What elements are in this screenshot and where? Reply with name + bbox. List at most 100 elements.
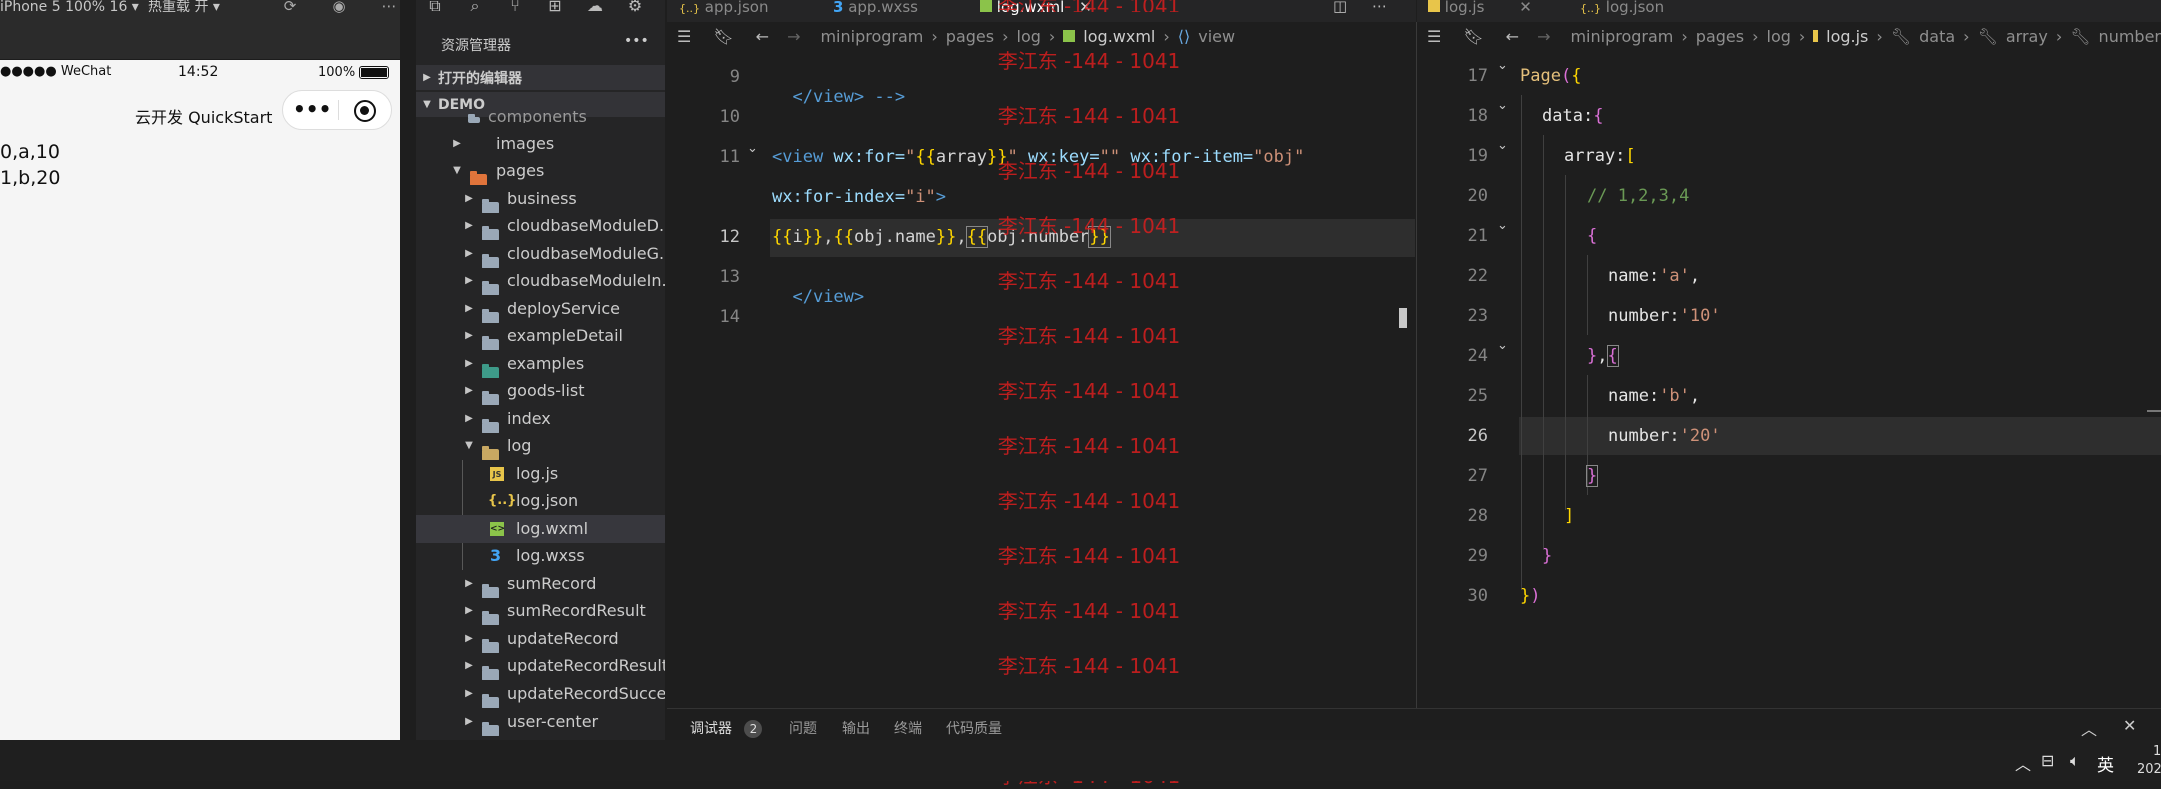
clock-time[interactable]: 1 (2153, 744, 2161, 759)
watermark: 李江东 -144 - 1041 (997, 104, 1181, 128)
tree-item-log-js[interactable]: JS log.js (416, 460, 665, 488)
breadcrumb-item[interactable]: pages (946, 27, 994, 46)
back-arrow-icon[interactable]: ← (1506, 27, 1519, 46)
tree-item-cloudbase-module-in[interactable]: ▶ cloudbaseModuleIn... (416, 267, 665, 295)
split-editor-icon[interactable]: ◫ (1333, 0, 1347, 14)
capsule-more-icon[interactable]: ••• (293, 97, 331, 121)
files-icon[interactable]: ⧉ (424, 0, 446, 16)
stop-icon[interactable]: ◉ (330, 0, 348, 14)
back-arrow-icon[interactable]: ← (756, 27, 769, 46)
breadcrumb-item[interactable]: log (1017, 27, 1041, 46)
capsule-button[interactable]: ••• (282, 90, 392, 130)
tree-item-log-wxss[interactable]: 3 log.wxss (416, 542, 665, 570)
hot-reload-toggle[interactable]: 热重载 开 ▾ (148, 0, 220, 14)
scrollbar-thumb[interactable] (2147, 410, 2161, 412)
fold-chevron-icon[interactable]: ⌄ (1497, 138, 1508, 153)
text-cursor-marker (1399, 308, 1407, 328)
breadcrumb-item[interactable]: log.js (1826, 27, 1868, 46)
ime-indicator[interactable]: 英 (2097, 751, 2114, 776)
open-editors-section[interactable]: ▶ 打开的编辑器 (416, 65, 665, 90)
watermark: 李江东 -144 - 1041 (997, 324, 1181, 348)
caret-right-icon: ▶ (465, 275, 473, 287)
breadcrumb-item[interactable]: number (2099, 27, 2161, 46)
tree-item-goods-list[interactable]: ▶ goods-list (416, 377, 665, 405)
tree-item-log-json[interactable]: {..} log.json (416, 487, 665, 515)
tree-item-update-record-result[interactable]: ▶ updateRecordResult (416, 652, 665, 680)
tab-log-js[interactable]: log.js ✕ (1428, 0, 1532, 16)
breadcrumb-item[interactable]: array (2006, 27, 2048, 46)
tree-item-components[interactable]: components (416, 109, 665, 123)
tab-output[interactable]: 输出 (842, 718, 870, 738)
code-line-28: ] (1564, 506, 1575, 526)
caret-right-icon: ▶ (465, 248, 473, 260)
breadcrumb-item[interactable]: data (1919, 27, 1955, 46)
list-icon[interactable]: ☰ (1427, 27, 1441, 46)
extensions-icon[interactable]: ⊞ (544, 0, 566, 16)
tree-item-cloudbase-module-d[interactable]: ▶ cloudbaseModuleD... (416, 212, 665, 240)
fold-chevron-icon[interactable]: ⌄ (1497, 338, 1508, 353)
tree-item-update-record[interactable]: ▶ updateRecord (416, 625, 665, 653)
tab-code-quality[interactable]: 代码质量 (946, 718, 1002, 738)
breadcrumb-item[interactable]: miniprogram (820, 27, 923, 46)
js-file-icon (1813, 30, 1819, 42)
editor-more-icon[interactable]: ⋯ (1372, 0, 1387, 14)
tab-terminal[interactable]: 终端 (894, 718, 922, 738)
close-panel-icon[interactable]: ✕ (2123, 716, 2136, 735)
breadcrumb-item[interactable]: pages (1696, 27, 1744, 46)
watermark: 李江东 -144 - 1041 (997, 159, 1181, 183)
cloud-icon[interactable]: ☁ (584, 0, 606, 16)
clock-date[interactable]: 202 (2137, 762, 2161, 777)
refresh-icon[interactable]: ⟳ (281, 0, 299, 14)
fold-chevron-icon[interactable]: ⌄ (747, 141, 758, 156)
bookmark-icon[interactable]: 🔖︎ (1463, 27, 1483, 46)
network-icon[interactable]: ⊟ (2041, 751, 2054, 770)
breadcrumb-item[interactable]: view (1198, 27, 1235, 46)
tree-item-cloudbase-module-g[interactable]: ▶ cloudbaseModuleG... (416, 240, 665, 268)
tab-app-json[interactable]: {..} app.json (679, 0, 768, 15)
source-control-icon[interactable]: ⑂ (504, 0, 526, 16)
tab-problems[interactable]: 问题 (789, 718, 817, 738)
forward-arrow-icon[interactable]: → (1537, 27, 1550, 46)
tree-item-index[interactable]: ▶ index (416, 405, 665, 433)
explorer-more-icon[interactable]: ••• (624, 33, 649, 49)
tab-debugger[interactable]: 调试器 2 (690, 718, 763, 738)
line-number: 30 (1467, 586, 1488, 606)
tree-item-business[interactable]: ▶ business (416, 185, 665, 213)
tray-arrow-icon[interactable]: ︿ (2015, 751, 2031, 775)
tree-item-sum-record-result[interactable]: ▶ sumRecordResult (416, 597, 665, 625)
capsule-close-icon[interactable] (354, 100, 376, 122)
tree-item-update-record-success[interactable]: ▶ updateRecordSuccess (416, 680, 665, 708)
tree-item-sum-record[interactable]: ▶ sumRecord (416, 570, 665, 598)
tree-item-user-center[interactable]: ▶ user-center (416, 708, 665, 736)
tree-item-log[interactable]: ▼ log (416, 432, 665, 460)
tree-item-examples[interactable]: ▶ examples (416, 350, 665, 378)
fold-chevron-icon[interactable]: ⌄ (1497, 58, 1508, 73)
code-line-9: </view> --> (792, 87, 906, 107)
breadcrumb-item[interactable]: log (1767, 27, 1791, 46)
forward-arrow-icon[interactable]: → (787, 27, 800, 46)
bookmark-icon[interactable]: 🔖︎ (713, 27, 733, 46)
tree-item-deploy-service[interactable]: ▶ deployService (416, 295, 665, 323)
tab-app-wxss[interactable]: 3 app.wxss (833, 0, 918, 15)
breadcrumb-item[interactable]: log.wxml (1083, 27, 1155, 46)
maximize-panel-icon[interactable]: ︿ (2081, 716, 2097, 740)
list-icon[interactable]: ☰ (677, 27, 691, 46)
tree-item-example-detail[interactable]: ▶ exampleDetail (416, 322, 665, 350)
more-icon[interactable]: ⋯ (380, 0, 398, 14)
folder-icon (482, 198, 499, 213)
tab-log-json[interactable]: {..} log.json (1580, 0, 1664, 15)
device-selector[interactable]: iPhone 5 100% 16 ▾ (0, 0, 139, 14)
caret-down-icon: ▼ (465, 440, 473, 452)
breadcrumb-item[interactable]: miniprogram (1570, 27, 1673, 46)
debug-icon[interactable]: ⚙ (624, 0, 646, 16)
search-icon[interactable]: ⌕ (464, 0, 486, 16)
speaker-icon[interactable]: 🔈︎ (2070, 751, 2080, 771)
close-tab-icon[interactable]: ✕ (1519, 0, 1532, 16)
tree-item-log-wxml[interactable]: <> log.wxml (416, 515, 665, 543)
fold-chevron-icon[interactable]: ⌄ (1497, 218, 1508, 233)
fold-chevron-icon[interactable]: ⌄ (1497, 98, 1508, 113)
phone-screen: ●●●●● WeChat 14:52 100% 云开发 QuickStart •… (0, 60, 400, 740)
line-number: 22 (1467, 266, 1488, 286)
tree-item-pages[interactable]: ▼ pages (416, 157, 665, 185)
code-line-17: Page({ (1520, 66, 1582, 86)
